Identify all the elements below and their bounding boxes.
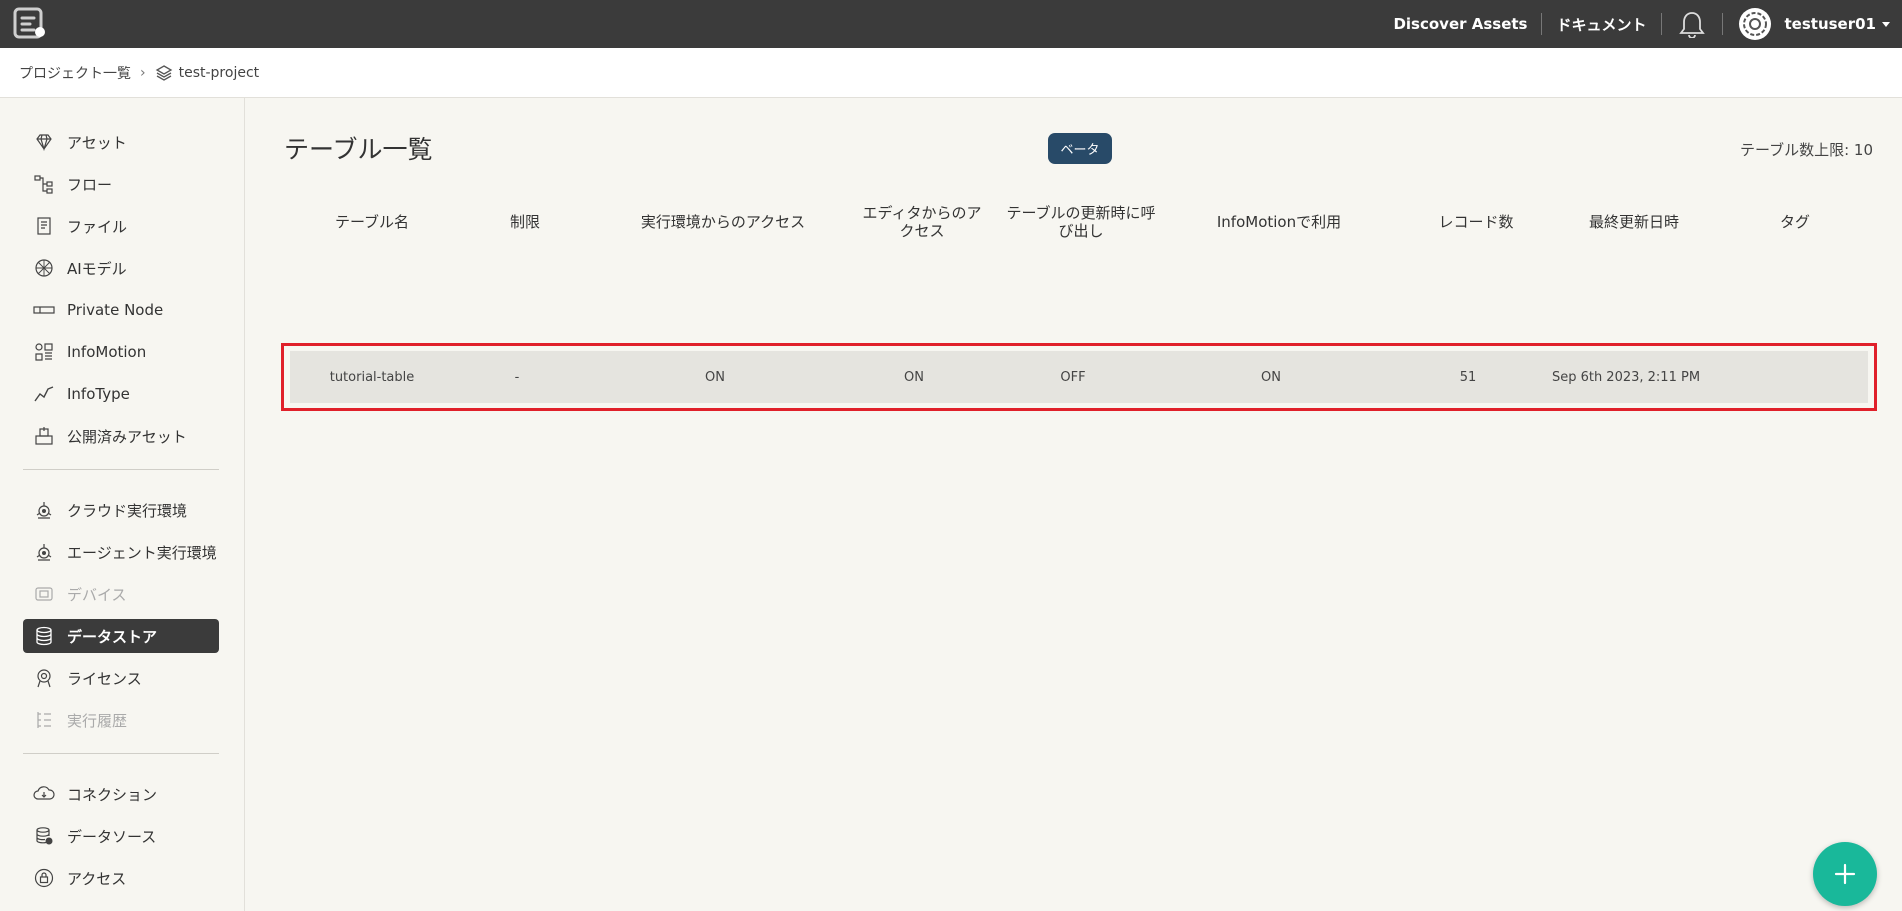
sidebar-item-label: フロー: [67, 175, 113, 194]
sidebar-item-label: デバイス: [67, 585, 127, 604]
chevron-down-icon: [1882, 21, 1890, 27]
sidebar-item-published-assets[interactable]: 公開済みアセット: [23, 419, 219, 453]
sidebar-item-label: Private Node: [67, 301, 164, 319]
sidebar-item-files[interactable]: ファイル: [23, 209, 219, 243]
column-header-limit[interactable]: 制限: [462, 198, 588, 246]
column-header-infomotion[interactable]: InfoMotionで利用: [1156, 198, 1402, 246]
sidebar-item-label: エージェント実行環境: [67, 543, 217, 562]
user-menu[interactable]: testuser01: [1723, 0, 1902, 48]
sidebar-item-label: データストア: [67, 627, 158, 646]
column-header-record-count[interactable]: レコード数: [1402, 198, 1550, 246]
sidebar-item-infomotion[interactable]: InfoMotion: [23, 335, 219, 369]
layers-icon: [155, 64, 173, 82]
sidebar-item-history: 実行履歴: [23, 703, 219, 737]
table-row[interactable]: tutorial-table - ON ON OFF ON 51 Sep 6th…: [290, 351, 1868, 403]
sidebar-item-label: 公開済みアセット: [67, 427, 187, 446]
avatar: [1738, 8, 1771, 40]
sidebar-item-label: InfoType: [67, 385, 130, 403]
datasource-icon: [33, 825, 55, 847]
sidebar-divider: [23, 753, 219, 754]
history-icon: [33, 709, 55, 731]
sidebar-item-connection[interactable]: コネクション: [23, 777, 219, 811]
sidebar: アセット フロー ファイル AIモデル Private Node InfoMot…: [0, 98, 245, 911]
page-title: テーブル一覧: [284, 135, 433, 164]
agent-runtime-icon: [33, 541, 55, 563]
column-header-table-name[interactable]: テーブル名: [282, 198, 462, 246]
private-node-icon: [33, 299, 55, 321]
plus-icon: [1834, 863, 1856, 885]
table-header: テーブル名 制限 実行環境からのアクセス エディタからのアクセス テーブルの更新…: [282, 198, 1872, 246]
access-lock-icon: [33, 867, 55, 889]
breadcrumb-project-list[interactable]: プロジェクト一覧: [19, 63, 131, 83]
sidebar-item-license[interactable]: ライセンス: [23, 661, 219, 695]
sidebar-item-cloud-runtime[interactable]: クラウド実行環境: [23, 493, 219, 527]
breadcrumb: プロジェクト一覧 › test-project: [0, 48, 1902, 98]
infomotion-icon: [33, 341, 55, 363]
flow-icon: [33, 173, 55, 195]
sidebar-divider: [23, 469, 219, 470]
sidebar-item-access[interactable]: アクセス: [23, 861, 219, 895]
add-table-button[interactable]: [1813, 842, 1877, 906]
bell-icon[interactable]: [1662, 0, 1722, 48]
cell-limit: -: [514, 369, 520, 385]
cell-runtime-access: ON: [705, 369, 725, 385]
column-header-tags[interactable]: タグ: [1718, 198, 1872, 246]
documents-link[interactable]: ドキュメント: [1542, 14, 1660, 35]
cell-tags: [1710, 351, 1864, 403]
top-navigation-bar: Discover Assets ドキュメント testuser01: [0, 0, 1902, 48]
file-icon: [33, 215, 55, 237]
sidebar-item-datasource[interactable]: データソース: [23, 819, 219, 853]
column-header-update-trigger[interactable]: テーブルの更新時に呼び出し: [1006, 198, 1156, 246]
sidebar-item-label: AIモデル: [67, 259, 127, 278]
column-header-last-updated[interactable]: 最終更新日時: [1550, 198, 1718, 246]
breadcrumb-current-project: test-project: [178, 64, 260, 81]
license-icon: [33, 667, 55, 689]
cell-last-updated: Sep 6th 2023, 2:11 PM: [1551, 369, 1701, 385]
sidebar-item-infotype[interactable]: InfoType: [23, 377, 219, 411]
diamond-icon: [33, 131, 55, 153]
ai-model-icon: [33, 257, 55, 279]
cell-record-count: 51: [1459, 369, 1477, 385]
table-limit-label: テーブル数上限: 10: [1739, 141, 1873, 159]
username: testuser01: [1784, 15, 1877, 33]
sidebar-item-label: ファイル: [67, 217, 128, 236]
device-icon: [33, 583, 55, 605]
sidebar-item-label: InfoMotion: [67, 343, 147, 361]
sidebar-item-agent-runtime[interactable]: エージェント実行環境: [23, 535, 219, 569]
cell-infomotion: ON: [1261, 369, 1281, 385]
tables-table: テーブル名 制限 実行環境からのアクセス エディタからのアクセス テーブルの更新…: [282, 198, 1872, 246]
sidebar-item-ai-model[interactable]: AIモデル: [23, 251, 219, 285]
column-header-editor-access[interactable]: エディタからのアクセス: [858, 198, 986, 246]
sidebar-item-label: アセット: [67, 133, 127, 152]
beta-badge: ベータ: [1048, 133, 1112, 164]
sidebar-item-datastore[interactable]: データストア: [23, 619, 219, 653]
discover-assets-link[interactable]: Discover Assets: [1379, 15, 1541, 33]
sidebar-item-devices: デバイス: [23, 577, 219, 611]
breadcrumb-separator: ›: [140, 64, 146, 81]
cell-update-trigger: OFF: [1060, 369, 1086, 385]
cell-table-name[interactable]: tutorial-table: [290, 351, 454, 403]
app-logo-icon[interactable]: [12, 6, 48, 42]
connection-icon: [33, 783, 55, 805]
cell-editor-access: ON: [904, 369, 924, 385]
cloud-runtime-icon: [33, 499, 55, 521]
published-asset-icon: [33, 425, 55, 447]
sidebar-item-label: 実行履歴: [67, 711, 128, 730]
sidebar-item-label: アクセス: [67, 869, 127, 888]
sidebar-item-private-node[interactable]: Private Node: [23, 293, 219, 327]
main-content: テーブル一覧 ベータ テーブル数上限: 10 テーブル名 制限 実行環境からのア…: [246, 98, 1902, 911]
sidebar-item-label: クラウド実行環境: [67, 501, 188, 520]
sidebar-item-label: ライセンス: [67, 669, 142, 688]
infotype-icon: [33, 383, 55, 405]
sidebar-item-flow[interactable]: フロー: [23, 167, 219, 201]
sidebar-item-label: コネクション: [67, 785, 158, 804]
sidebar-item-label: データソース: [67, 827, 157, 846]
database-icon: [33, 625, 55, 647]
sidebar-item-assets[interactable]: アセット: [23, 125, 219, 159]
column-header-runtime-access[interactable]: 実行環境からのアクセス: [588, 198, 858, 246]
